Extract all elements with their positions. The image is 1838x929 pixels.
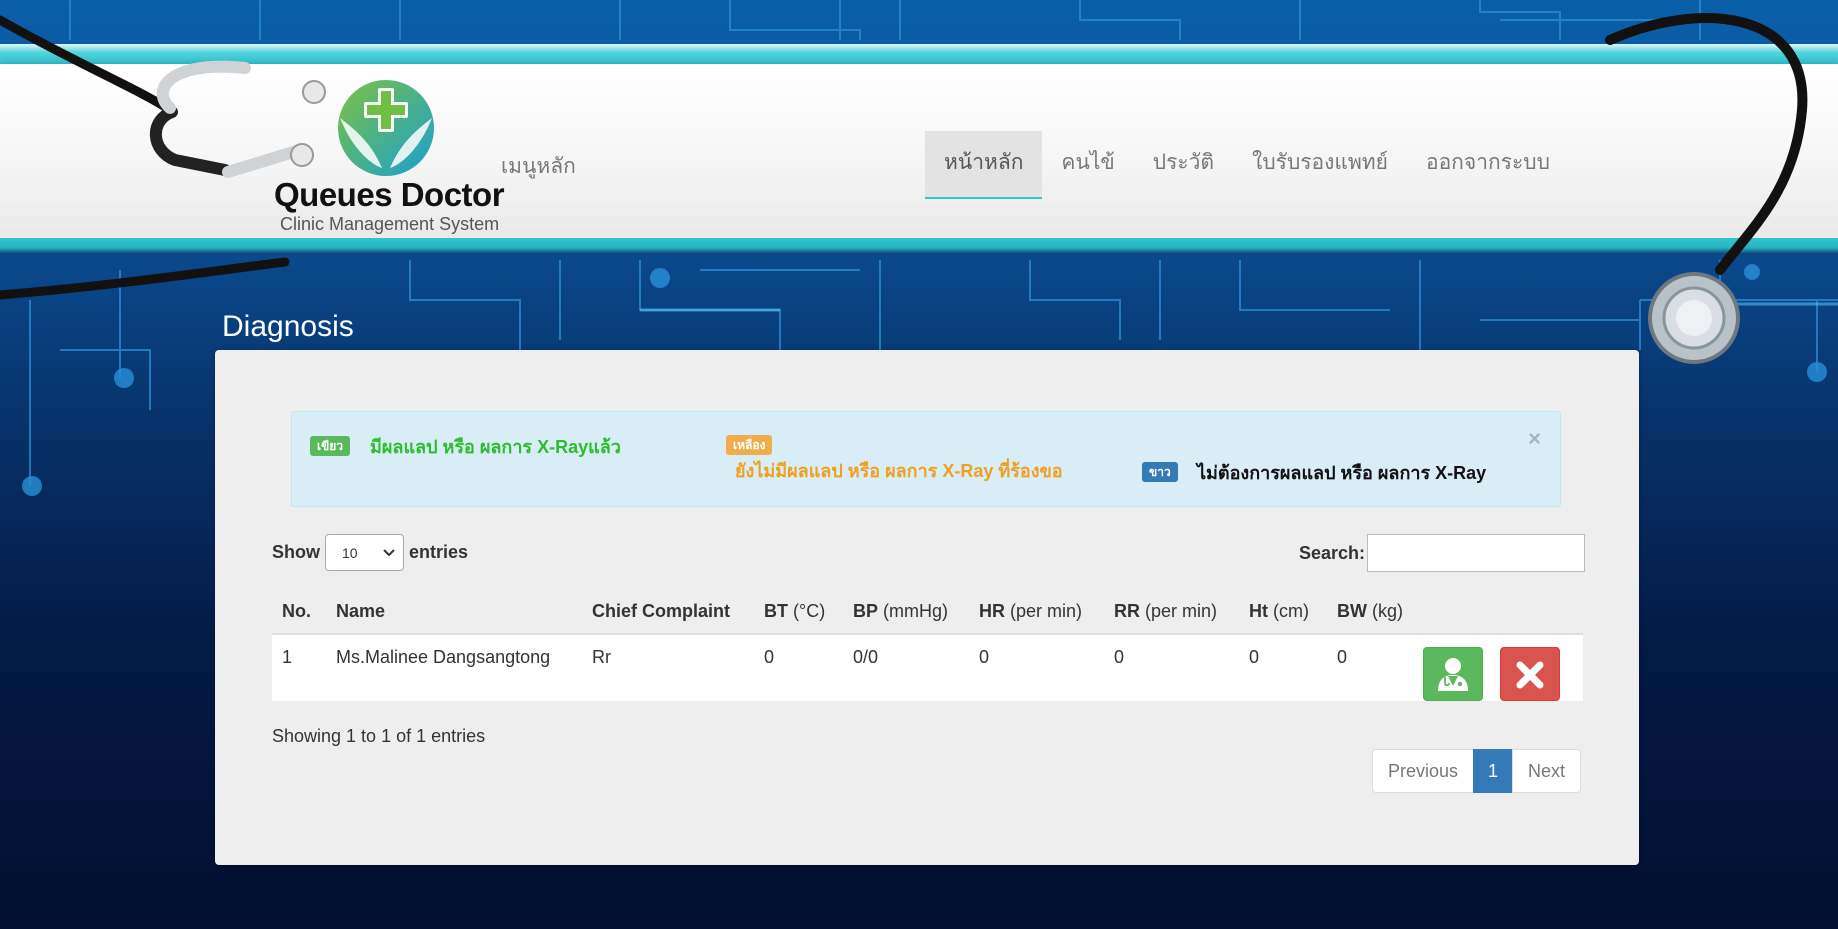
page-size-control: Show 10 entries: [272, 534, 468, 571]
close-alert-button[interactable]: ×: [1528, 428, 1541, 450]
search-input[interactable]: [1367, 534, 1586, 572]
cell-hr: 0: [969, 634, 1104, 701]
logo-subtitle: Clinic Management System: [280, 214, 500, 234]
cell-name: Ms.Malinee Dangsangtong: [326, 634, 582, 701]
green-status-text: มีผลแลป หรือ ผลการ X-Rayแล้ว: [370, 437, 621, 457]
nav-item-home[interactable]: หน้าหลัก: [925, 131, 1043, 199]
medical-cross-logo-icon: [338, 80, 434, 176]
previous-page-button[interactable]: Previous: [1372, 749, 1475, 793]
app-logo[interactable]: Queues Doctor Clinic Management System: [268, 72, 508, 242]
page-size-value: 10: [342, 544, 358, 561]
nav-item-history[interactable]: ประวัติ: [1134, 131, 1233, 199]
nav-brand-menu[interactable]: เมนูหลัก: [501, 150, 576, 183]
cell-actions: [1423, 634, 1583, 701]
column-header-bp[interactable]: BP (mmHg): [843, 590, 969, 635]
green-status-badge: เขียว: [310, 436, 351, 456]
delete-button[interactable]: [1500, 647, 1560, 701]
column-header-no[interactable]: No.: [272, 590, 326, 635]
nav-item-medical-certificate[interactable]: ใบรับรองแพทย์: [1233, 131, 1407, 199]
page-title: Diagnosis: [222, 310, 354, 343]
search-control: Search:: [1299, 534, 1586, 572]
header-band-top: [0, 44, 1838, 66]
show-label: Show: [272, 542, 320, 562]
next-page-button[interactable]: Next: [1512, 749, 1582, 793]
doctor-icon: [1438, 658, 1468, 691]
cell-chief-complaint: Rr: [582, 634, 754, 701]
white-status-text: ไม่ต้องการผลแลป หรือ ผลการ X-Ray: [1197, 463, 1487, 483]
diagnose-button[interactable]: [1423, 647, 1483, 701]
status-legend-alert: เขียว มีผลแลป หรือ ผลการ X-Rayแล้ว เหลือ…: [291, 411, 1561, 507]
cell-bt: 0: [754, 634, 843, 701]
cell-bp: 0/0: [843, 634, 969, 701]
cell-bw: 0: [1327, 634, 1423, 701]
table-row: 1 Ms.Malinee Dangsangtong Rr 0 0/0 0 0 0…: [272, 634, 1583, 701]
nav-item-logout[interactable]: ออกจากระบบ: [1407, 131, 1569, 199]
table-header-row: No. Name Chief Complaint BT (°C) BP (mmH…: [272, 590, 1583, 635]
cell-rr: 0: [1104, 634, 1239, 701]
column-header-bw[interactable]: BW (kg): [1327, 590, 1423, 635]
column-header-chief-complaint[interactable]: Chief Complaint: [582, 590, 754, 635]
cell-no: 1: [272, 634, 326, 701]
column-header-rr[interactable]: RR (per min): [1104, 590, 1239, 635]
entries-label: entries: [409, 542, 469, 562]
logo-title: Queues Doctor: [274, 176, 505, 213]
nav-item-patients[interactable]: คนไข้: [1042, 131, 1133, 199]
close-icon: [1516, 661, 1544, 689]
column-header-ht[interactable]: Ht (cm): [1239, 590, 1327, 635]
main-nav: หน้าหลัก คนไข้ ประวัติ ใบรับรองแพทย์ ออก…: [925, 131, 1569, 199]
column-header-name[interactable]: Name: [326, 590, 582, 635]
diagnosis-panel: เขียว มีผลแลป หรือ ผลการ X-Rayแล้ว เหลือ…: [215, 350, 1639, 865]
column-header-hr[interactable]: HR (per min): [969, 590, 1104, 635]
white-status-badge: ขาว: [1142, 462, 1178, 482]
page-1-button[interactable]: 1: [1473, 749, 1514, 793]
yellow-status-text: ยังไม่มีผลแลป หรือ ผลการ X-Ray ที่ร้องขอ: [735, 461, 1063, 481]
column-header-actions: [1423, 590, 1583, 635]
table-info: Showing 1 to 1 of 1 entries: [272, 726, 486, 746]
chevron-down-icon: [383, 548, 395, 556]
diagnosis-table: No. Name Chief Complaint BT (°C) BP (mmH…: [272, 590, 1583, 701]
pagination: Previous 1 Next: [1372, 749, 1582, 793]
column-header-bt[interactable]: BT (°C): [754, 590, 843, 635]
page-size-select[interactable]: 10: [325, 534, 404, 571]
cell-ht: 0: [1239, 634, 1327, 701]
yellow-status-badge: เหลือง: [726, 435, 773, 455]
search-label: Search:: [1299, 542, 1366, 563]
